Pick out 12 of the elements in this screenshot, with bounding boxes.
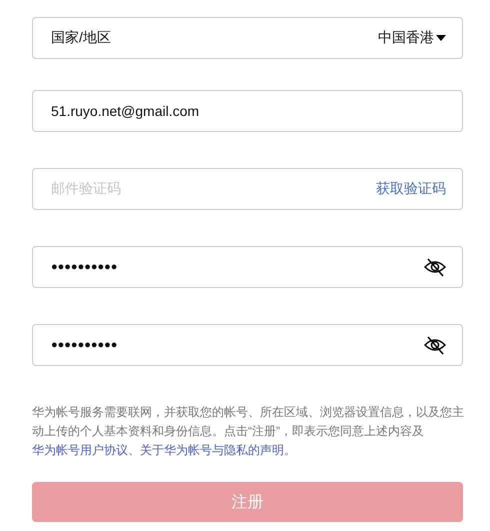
- get-code-link[interactable]: 获取验证码: [376, 180, 446, 198]
- dropdown-caret-icon: [436, 35, 446, 41]
- password-field[interactable]: ●●●●●●●●●●: [32, 246, 463, 288]
- terms-link[interactable]: 关于华为帐号与隐私的声明: [140, 443, 284, 457]
- eye-slash-icon[interactable]: [424, 335, 446, 355]
- email-field[interactable]: 51.ruyo.net@gmail.com: [32, 90, 463, 132]
- password-field[interactable]: ●●●●●●●●●●: [32, 324, 463, 366]
- terms-text: 华为帐号服务需要联网，并获取您的帐号、所在区域、浏览器设置信息，以及您主动上传的个人基本资料和身份信息。点击“注册”，即表示您同意上述内容及 华为帐号用户协议、关于华为帐号与隐私的声明。: [32, 404, 465, 459]
- country-selector[interactable]: 国家/地区 中国香港: [32, 17, 463, 59]
- eye-slash-icon[interactable]: [424, 257, 446, 277]
- verification-code-field[interactable]: 邮件验证码 获取验证码: [32, 168, 463, 210]
- terms-link[interactable]: 华为帐号用户协议: [32, 443, 128, 457]
